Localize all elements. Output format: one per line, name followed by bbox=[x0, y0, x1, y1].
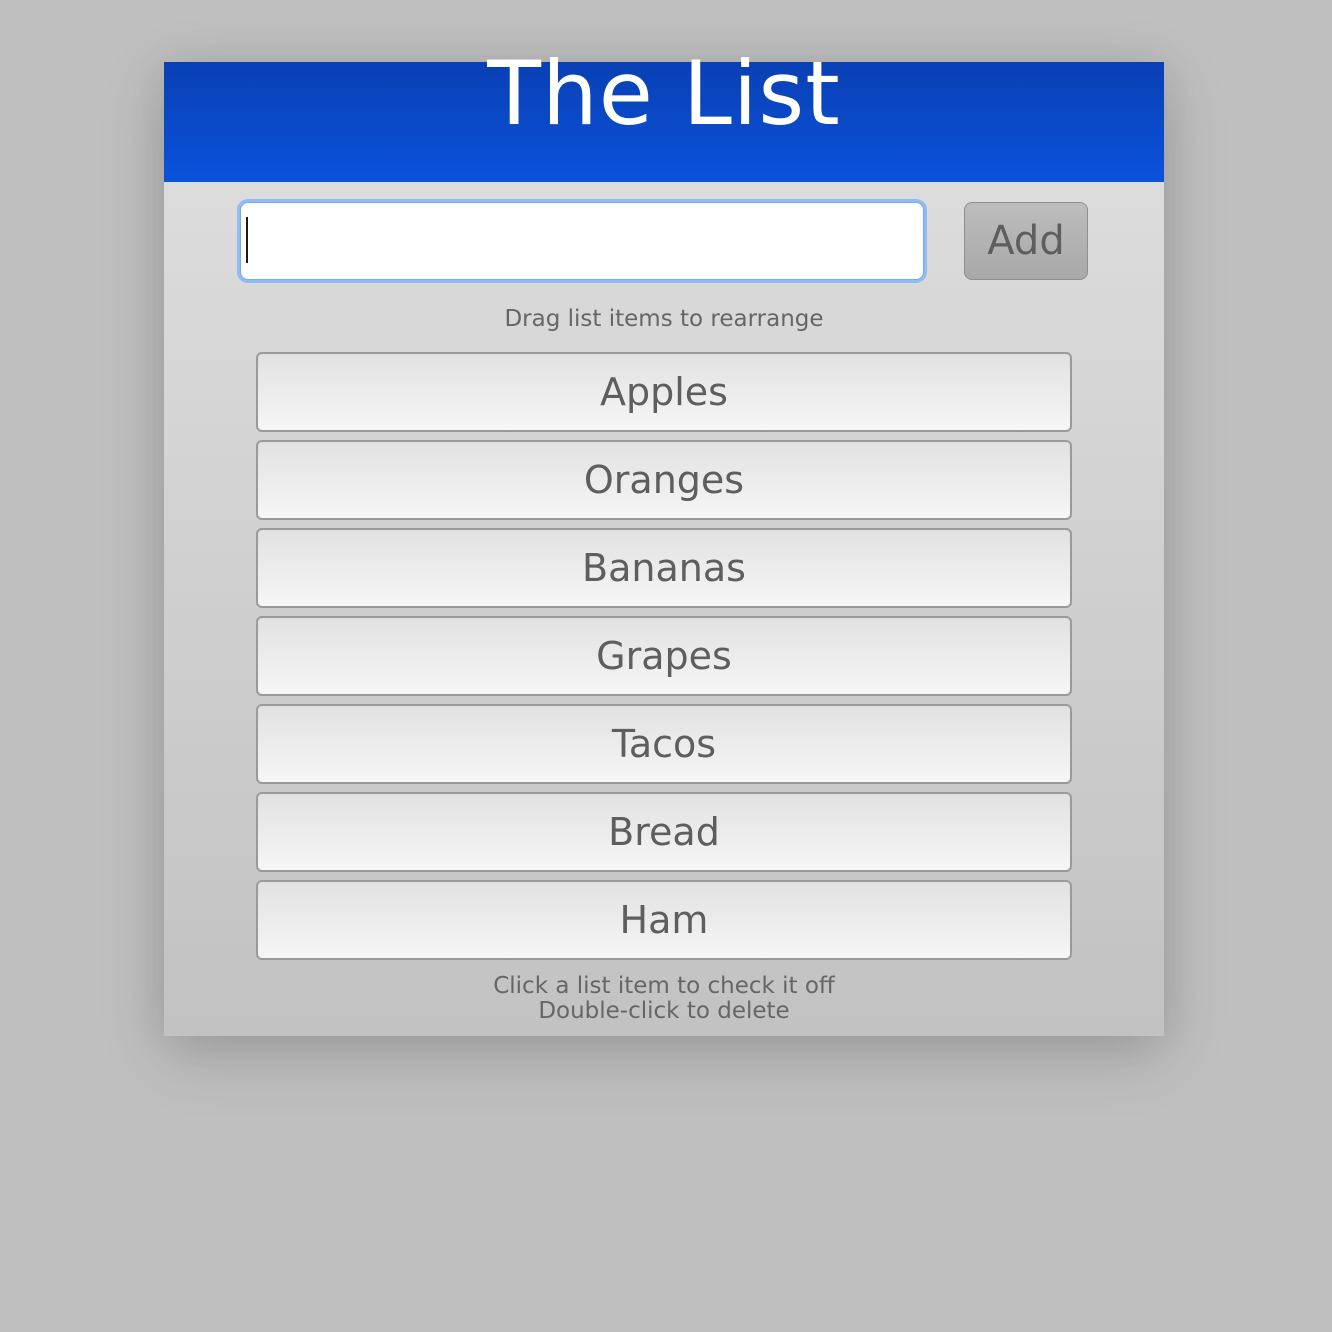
instructions: Click a list item to check it off Double… bbox=[164, 974, 1164, 1024]
list-item[interactable]: Grapes bbox=[256, 616, 1072, 696]
text-caret bbox=[246, 217, 248, 263]
drag-hint: Drag list items to rearrange bbox=[504, 306, 824, 332]
page-title: The List bbox=[487, 41, 841, 145]
list-app: The List Add Drag list items to rearrang… bbox=[164, 49, 1164, 1036]
new-item-input[interactable] bbox=[240, 202, 924, 280]
list-item[interactable]: Tacos bbox=[256, 704, 1072, 784]
item-list: Apples Oranges Bananas Grapes Tacos Brea… bbox=[256, 352, 1072, 968]
list-item[interactable]: Oranges bbox=[256, 440, 1072, 520]
list-item[interactable]: Bananas bbox=[256, 528, 1072, 608]
list-item[interactable]: Bread bbox=[256, 792, 1072, 872]
add-button[interactable]: Add bbox=[964, 202, 1088, 280]
check-hint: Click a list item to check it off bbox=[493, 973, 835, 999]
list-item[interactable]: Ham bbox=[256, 880, 1072, 960]
app-header: The List bbox=[164, 49, 1164, 182]
delete-hint: Double-click to delete bbox=[538, 998, 790, 1024]
list-item[interactable]: Apples bbox=[256, 352, 1072, 432]
